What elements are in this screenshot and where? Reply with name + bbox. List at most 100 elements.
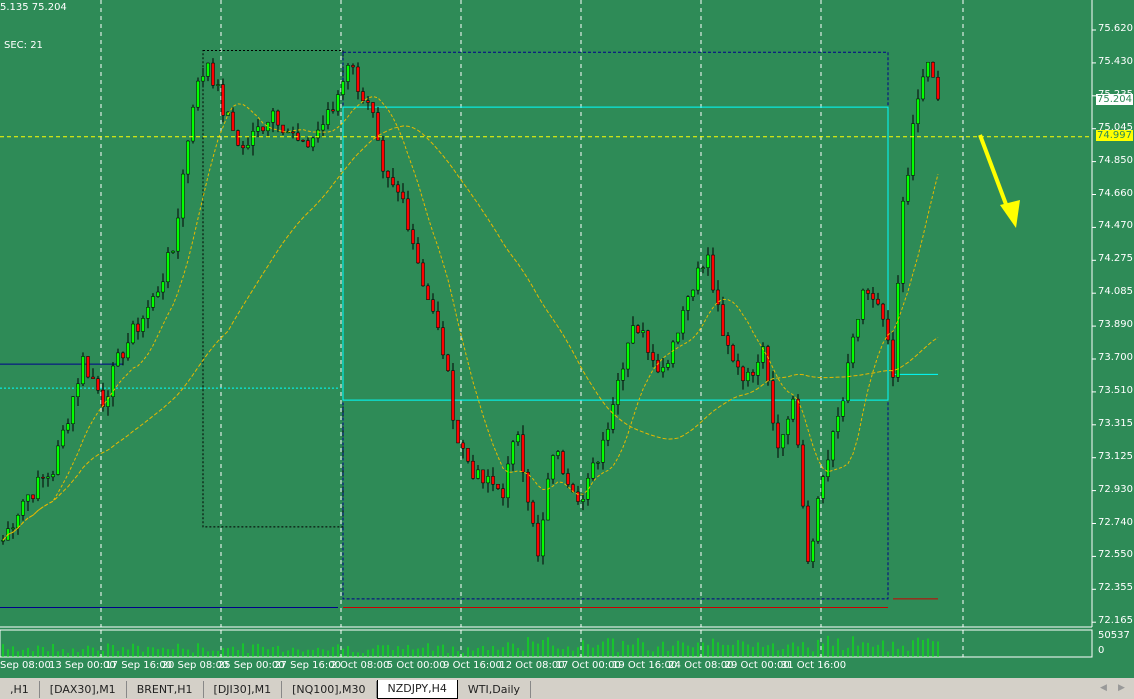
candle-body [356, 66, 360, 92]
candle-body [626, 342, 630, 370]
chart-tab[interactable]: WTI,Daily [458, 681, 532, 698]
chart-tab[interactable]: [DJI30],M1 [204, 681, 283, 698]
candle-body [366, 100, 370, 103]
candle-body [526, 471, 530, 503]
candle-body [936, 77, 940, 100]
candle-body [436, 310, 440, 328]
candle-body [506, 463, 510, 499]
line-price-tag: 74.997 [1096, 129, 1133, 141]
price-label: 75.620 [1098, 23, 1133, 34]
candle-body [921, 76, 925, 100]
candle-body [231, 111, 235, 131]
candle-body [291, 131, 295, 134]
time-label: 2 Oct 08:00 [330, 660, 390, 671]
candle-body [691, 289, 695, 297]
candle-body [481, 469, 485, 484]
candle-body [811, 540, 815, 562]
candle-body [521, 434, 525, 473]
candle-body [636, 325, 640, 333]
candle-body [536, 522, 540, 557]
candle-body [126, 342, 130, 359]
candle-body [646, 330, 650, 353]
candle-body [51, 474, 55, 478]
candle-body [16, 515, 20, 529]
candle-body [816, 498, 820, 542]
candle-body [896, 282, 900, 378]
arrow-icon [978, 134, 1012, 216]
chart-tab[interactable]: [DAX30],M1 [40, 681, 127, 698]
arrow-icon [1000, 200, 1020, 228]
candle-body [661, 367, 665, 373]
chart-tab[interactable]: [NQ100],M30 [282, 681, 377, 698]
candle-body [171, 250, 175, 253]
candle-body [676, 332, 680, 343]
chart-window[interactable]: 5.135 75.204 SEC: 21 75.62075.43075.2357… [0, 0, 1134, 678]
candle-body [406, 198, 410, 231]
candle-body [221, 84, 225, 116]
price-label: 74.085 [1098, 286, 1133, 298]
candle-body [726, 335, 730, 346]
candle-body [116, 352, 120, 367]
candle-body [466, 448, 470, 462]
scroll-left-icon[interactable]: ◀ [1100, 683, 1107, 693]
candle-body [216, 84, 220, 86]
candle-body [656, 359, 660, 373]
candle-body [396, 184, 400, 193]
candle-body [196, 80, 200, 108]
price-label: 72.930 [1098, 483, 1133, 495]
candle-body [551, 455, 555, 480]
candle-body [241, 145, 245, 149]
candle-body [581, 499, 585, 502]
candle-body [781, 434, 785, 449]
candle-body [61, 429, 65, 447]
candle-body [301, 140, 305, 142]
candle-body [801, 444, 805, 507]
candle-body [566, 473, 570, 485]
chart-tab[interactable]: ,H1 [0, 681, 40, 698]
candle-body [866, 289, 870, 294]
price-chart[interactable] [0, 0, 1134, 678]
candle-body [716, 289, 720, 305]
candle-body [856, 319, 860, 338]
candle-body [556, 451, 560, 456]
candle-body [786, 418, 790, 435]
candle-body [306, 140, 310, 148]
time-label: Sep 08:00 [0, 660, 51, 671]
candle-body [86, 356, 90, 378]
time-label: 9 Oct 16:00 [443, 660, 502, 671]
candle-body [96, 378, 100, 391]
chart-tab[interactable]: BRENT,H1 [127, 681, 204, 698]
candle-body [261, 126, 265, 132]
candle-body [1, 539, 5, 542]
candle-body [886, 318, 890, 341]
candle-body [381, 140, 385, 172]
candle-body [851, 336, 855, 364]
candle-body [321, 124, 325, 131]
candle-body [906, 175, 910, 202]
candle-body [916, 98, 920, 124]
candle-body [111, 365, 115, 397]
candle-body [616, 380, 620, 405]
chart-tab[interactable]: NZDJPY,H4 [376, 680, 458, 699]
candle-body [711, 254, 715, 291]
candle-body [766, 346, 770, 382]
price-label: 73.890 [1098, 319, 1133, 331]
candle-body [806, 505, 810, 562]
price-label: 74.470 [1098, 220, 1133, 232]
candle-body [101, 389, 105, 407]
candle-body [841, 400, 845, 417]
candle-body [206, 62, 210, 77]
volume-label: 0 [1098, 645, 1105, 656]
candle-body [361, 91, 365, 101]
candle-body [926, 61, 930, 78]
candle-body [591, 462, 595, 479]
candle-body [601, 439, 605, 463]
candle-body [76, 383, 80, 397]
candle-body [546, 478, 550, 521]
scroll-right-icon[interactable]: ▶ [1118, 683, 1125, 693]
candle-body [456, 419, 460, 444]
candle-body [871, 293, 875, 300]
volume-label: 50537 [1098, 630, 1130, 641]
candle-body [371, 102, 375, 113]
candle-body [891, 339, 895, 378]
